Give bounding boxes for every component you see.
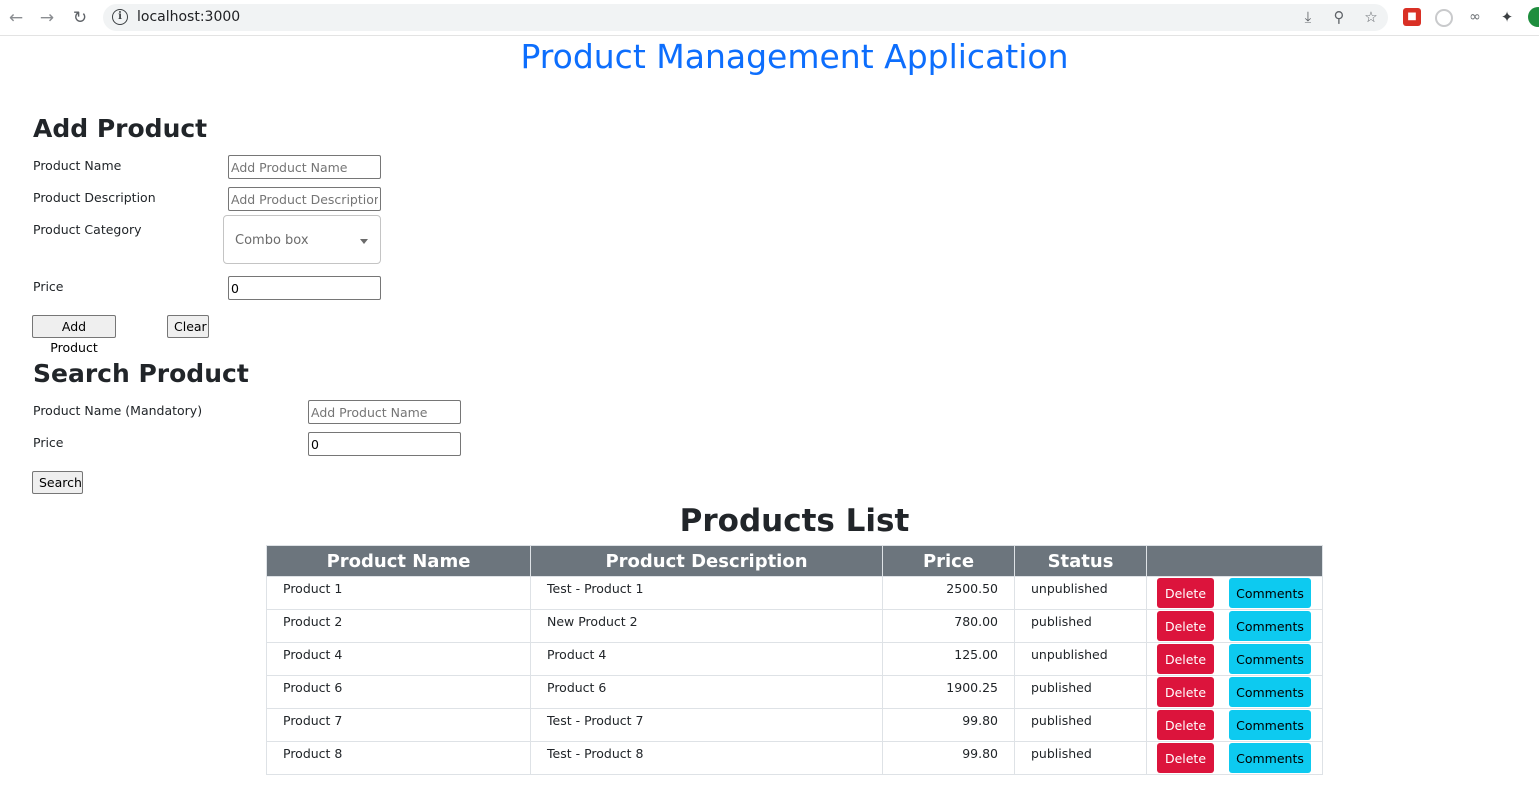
search-price-label: Price: [33, 435, 64, 450]
zoom-icon[interactable]: ⚲: [1329, 7, 1349, 27]
column-header-status: Status: [1014, 545, 1147, 577]
comments-button[interactable]: Comments: [1229, 710, 1311, 740]
cell-product-description: Product 4: [530, 642, 883, 676]
cell-product-description: Test - Product 1: [530, 576, 883, 610]
cell-product-name: Product 7: [266, 708, 531, 742]
combo-box-text: Combo box: [235, 233, 309, 248]
add-product-heading: Add Product: [33, 114, 208, 143]
table-row: Product 2 New Product 2 780.00 published…: [266, 609, 1323, 643]
delete-button[interactable]: Delete: [1157, 611, 1214, 641]
cell-product-name: Product 6: [266, 675, 531, 709]
cell-price: 1900.25: [882, 675, 1015, 709]
cell-product-name: Product 1: [266, 576, 531, 610]
cell-actions: Delete Comments: [1146, 675, 1323, 709]
dropdown-arrow-icon[interactable]: [360, 239, 368, 244]
cell-status: unpublished: [1014, 576, 1147, 610]
cell-actions: Delete Comments: [1146, 708, 1323, 742]
browser-toolbar: ← → ↻ i localhost:3000 ⤓ ⚲ ☆ ■ ∞ ✦: [0, 0, 1539, 36]
cell-product-description: New Product 2: [530, 609, 883, 643]
search-name-label: Product Name (Mandatory): [33, 403, 203, 418]
table-row: Product 1 Test - Product 1 2500.50 unpub…: [266, 576, 1323, 610]
price-input[interactable]: [228, 276, 381, 300]
install-icon[interactable]: ⤓: [1298, 7, 1318, 27]
clear-button[interactable]: Clear: [167, 315, 209, 338]
cell-product-description: Test - Product 8: [530, 741, 883, 775]
cell-actions: Delete Comments: [1146, 576, 1323, 610]
extension-bike-icon[interactable]: ∞: [1466, 8, 1484, 26]
table-row: Product 4 Product 4 125.00 unpublished D…: [266, 642, 1323, 676]
cell-price: 125.00: [882, 642, 1015, 676]
comments-button[interactable]: Comments: [1229, 578, 1311, 608]
products-table: Product Name Product Description Price S…: [266, 545, 1323, 775]
search-price-input[interactable]: [308, 432, 461, 456]
search-button[interactable]: Search: [32, 471, 83, 494]
cell-status: published: [1014, 741, 1147, 775]
comments-button[interactable]: Comments: [1229, 644, 1311, 674]
column-header-price: Price: [882, 545, 1015, 577]
delete-button[interactable]: Delete: [1157, 677, 1214, 707]
delete-button[interactable]: Delete: [1157, 644, 1214, 674]
cell-status: published: [1014, 609, 1147, 643]
extension-red-icon[interactable]: ■: [1403, 8, 1421, 26]
search-product-heading: Search Product: [33, 359, 249, 388]
price-label: Price: [33, 279, 64, 294]
add-product-button[interactable]: Add Product: [32, 315, 116, 355]
cell-price: 99.80: [882, 708, 1015, 742]
column-header-actions: [1146, 545, 1323, 577]
cell-status: published: [1014, 708, 1147, 742]
extension-circle-icon[interactable]: [1435, 9, 1453, 27]
cell-status: unpublished: [1014, 642, 1147, 676]
back-arrow-icon[interactable]: ←: [5, 7, 27, 29]
cell-price: 2500.50: [882, 576, 1015, 610]
products-list-heading: Products List: [679, 503, 910, 539]
product-description-label: Product Description: [33, 190, 156, 205]
reload-icon[interactable]: ↻: [69, 7, 91, 29]
cell-status: published: [1014, 675, 1147, 709]
comments-button[interactable]: Comments: [1229, 611, 1311, 641]
table-row: Product 7 Test - Product 7 99.80 publish…: [266, 708, 1323, 742]
cell-product-description: Product 6: [530, 675, 883, 709]
cell-product-description: Test - Product 7: [530, 708, 883, 742]
cell-product-name: Product 8: [266, 741, 531, 775]
product-name-input[interactable]: [228, 155, 381, 179]
url-text[interactable]: localhost:3000: [137, 9, 240, 25]
puzzle-icon[interactable]: ✦: [1498, 8, 1516, 26]
cell-actions: Delete Comments: [1146, 741, 1323, 775]
table-row: Product 8 Test - Product 8 99.80 publish…: [266, 741, 1323, 775]
cell-actions: Delete Comments: [1146, 609, 1323, 643]
bookmark-star-icon[interactable]: ☆: [1361, 7, 1381, 27]
search-name-input[interactable]: [308, 400, 461, 424]
cell-product-name: Product 4: [266, 642, 531, 676]
cell-price: 780.00: [882, 609, 1015, 643]
product-category-label: Product Category: [33, 222, 142, 237]
product-name-label: Product Name: [33, 158, 122, 173]
cell-actions: Delete Comments: [1146, 642, 1323, 676]
table-row: Product 6 Product 6 1900.25 published De…: [266, 675, 1323, 709]
cell-price: 99.80: [882, 741, 1015, 775]
info-icon[interactable]: i: [112, 9, 128, 25]
delete-button[interactable]: Delete: [1157, 710, 1214, 740]
product-description-input[interactable]: [228, 187, 381, 211]
address-bar[interactable]: i localhost:3000 ⤓ ⚲ ☆: [103, 4, 1388, 31]
comments-button[interactable]: Comments: [1229, 743, 1311, 773]
delete-button[interactable]: Delete: [1157, 743, 1214, 773]
avatar[interactable]: [1528, 7, 1539, 27]
forward-arrow-icon[interactable]: →: [36, 7, 58, 29]
column-header-name: Product Name: [266, 545, 531, 577]
cell-product-name: Product 2: [266, 609, 531, 643]
table-header-row: Product Name Product Description Price S…: [266, 545, 1323, 577]
product-category-combo[interactable]: Combo box: [223, 215, 381, 264]
page-title: Product Management Application: [520, 37, 1069, 76]
column-header-description: Product Description: [530, 545, 883, 577]
delete-button[interactable]: Delete: [1157, 578, 1214, 608]
comments-button[interactable]: Comments: [1229, 677, 1311, 707]
